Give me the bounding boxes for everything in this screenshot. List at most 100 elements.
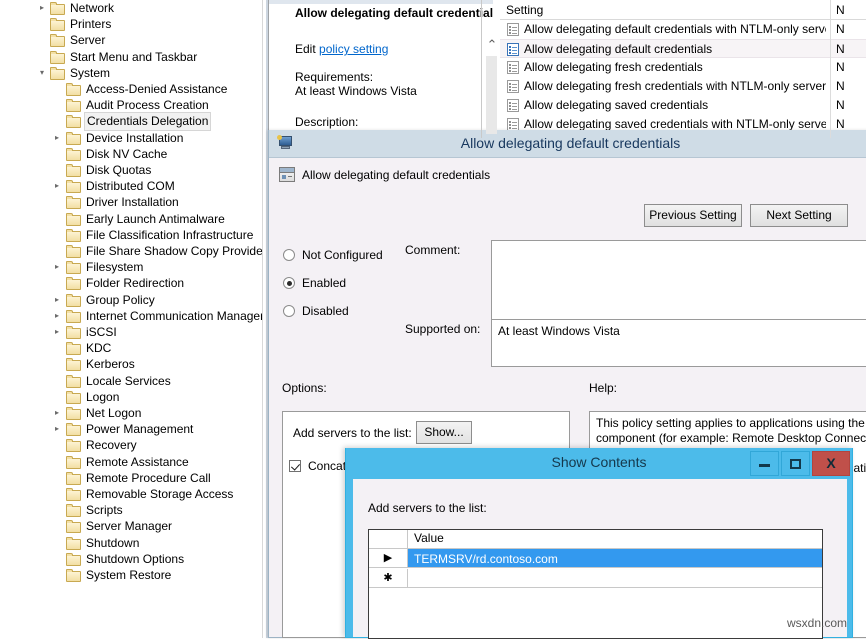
row-marker-current[interactable]: ▶: [369, 549, 408, 568]
folder-icon: [66, 537, 82, 550]
tree-item-driver-installation[interactable]: Driver Installation: [0, 194, 262, 210]
next-setting-button[interactable]: Next Setting: [750, 204, 848, 227]
tree-item-file-share-shadow-copy-provider[interactable]: File Share Shadow Copy Provider: [0, 243, 262, 259]
grid-row-new[interactable]: ✱: [369, 569, 822, 589]
tree-item-removable-storage-access[interactable]: Removable Storage Access: [0, 486, 262, 502]
show-contents-dialog: Show Contents X Add servers to the list:…: [345, 448, 853, 638]
row-marker-new[interactable]: ✱: [369, 569, 408, 588]
chevron-collapsed-icon[interactable]: ▸: [36, 0, 48, 16]
tree-expander-none: [51, 227, 63, 243]
tree-item-iscsi[interactable]: ▸iSCSI: [0, 324, 262, 340]
tree-item-filesystem[interactable]: ▸Filesystem: [0, 259, 262, 275]
edit-policy-setting-link[interactable]: policy setting: [319, 42, 388, 56]
tree-item-credentials-delegation[interactable]: Credentials Delegation: [0, 113, 262, 129]
chevron-collapsed-icon[interactable]: ▸: [51, 292, 63, 308]
tree-item-system-restore[interactable]: System Restore: [0, 567, 262, 583]
scroll-up-icon[interactable]: ⌃: [484, 36, 500, 54]
comment-textarea[interactable]: [491, 240, 866, 320]
policy-state: N: [836, 77, 864, 96]
tree-item-scripts[interactable]: Scripts: [0, 502, 262, 518]
close-button[interactable]: X: [812, 451, 850, 476]
policy-dialog-title: Allow delegating default credentials: [269, 135, 866, 151]
folder-icon: [66, 180, 82, 193]
preview-requirements-value: At least Windows Vista: [295, 84, 417, 98]
tree-item-label: Logon: [86, 389, 119, 405]
policy-dialog-titlebar[interactable]: Allow delegating default credentials: [269, 130, 866, 158]
tree-item-distributed-com[interactable]: ▸Distributed COM: [0, 178, 262, 194]
tree-item-label: Remote Assistance: [86, 454, 189, 470]
tree-item-system[interactable]: ▾System: [0, 65, 262, 81]
tree-item-group-policy[interactable]: ▸Group Policy: [0, 292, 262, 308]
tree-item-folder-redirection[interactable]: Folder Redirection: [0, 275, 262, 291]
chevron-expanded-icon[interactable]: ▾: [36, 65, 48, 81]
tree-item-remote-assistance[interactable]: Remote Assistance: [0, 454, 262, 470]
policy-setting-icon: [507, 80, 519, 93]
previous-setting-button[interactable]: Previous Setting: [644, 204, 742, 227]
preview-scroll-track[interactable]: [486, 56, 497, 134]
tree-item-label: Internet Communication Management: [86, 308, 268, 324]
policy-list-row[interactable]: Allow delegating default credentials wit…: [500, 20, 866, 39]
tree-item-power-management[interactable]: ▸Power Management: [0, 421, 262, 437]
tree-item-access-denied-assistance[interactable]: Access-Denied Assistance: [0, 81, 262, 97]
tree-item-shutdown-options[interactable]: Shutdown Options: [0, 551, 262, 567]
tree-item-locale-services[interactable]: Locale Services: [0, 373, 262, 389]
policy-name: Allow delegating default credentials: [524, 40, 826, 59]
tree-item-printers[interactable]: Printers: [0, 16, 262, 32]
tree-item-disk-nv-cache[interactable]: Disk NV Cache: [0, 146, 262, 162]
chevron-collapsed-icon[interactable]: ▸: [51, 178, 63, 194]
preview-tabstrip[interactable]: [269, 0, 493, 4]
policy-list-row[interactable]: Allow delegating fresh credentials with …: [500, 77, 866, 96]
policy-setting-icon: [507, 43, 519, 56]
tree-item-network[interactable]: ▸Network: [0, 0, 262, 16]
tree-item-label: File Share Shadow Copy Provider: [86, 243, 267, 259]
tree-item-early-launch-antimalware[interactable]: Early Launch Antimalware: [0, 211, 262, 227]
tree-expander-none: [51, 97, 63, 113]
policy-list-row[interactable]: Allow delegating fresh credentialsN: [500, 58, 866, 77]
tree-item-audit-process-creation[interactable]: Audit Process Creation: [0, 97, 262, 113]
column-header-setting[interactable]: Setting: [506, 3, 543, 17]
tree-item-kerberos[interactable]: Kerberos: [0, 356, 262, 372]
preview-edit-prefix: Edit: [295, 42, 319, 56]
tree-item-server[interactable]: Server: [0, 32, 262, 48]
show-contents-titlebar[interactable]: Show Contents X: [346, 448, 852, 479]
row-value[interactable]: TERMSRV/rd.contoso.com: [408, 549, 822, 568]
server-list-grid[interactable]: Value ▶ TERMSRV/rd.contoso.com ✱: [368, 529, 823, 639]
minimize-button[interactable]: [750, 451, 779, 476]
tree-expander-none: [51, 373, 63, 389]
tree-item-remote-procedure-call[interactable]: Remote Procedure Call: [0, 470, 262, 486]
folder-icon: [66, 520, 82, 533]
chevron-collapsed-icon[interactable]: ▸: [51, 405, 63, 421]
row-value-new[interactable]: [408, 569, 822, 588]
chevron-collapsed-icon[interactable]: ▸: [51, 421, 63, 437]
tree-item-device-installation[interactable]: ▸Device Installation: [0, 130, 262, 146]
column-header-state[interactable]: N: [836, 3, 864, 17]
tree-item-recovery[interactable]: Recovery: [0, 437, 262, 453]
tree-item-kdc[interactable]: KDC: [0, 340, 262, 356]
grid-row[interactable]: ▶ TERMSRV/rd.contoso.com: [369, 549, 822, 569]
chevron-collapsed-icon[interactable]: ▸: [51, 324, 63, 340]
chevron-collapsed-icon[interactable]: ▸: [51, 130, 63, 146]
policy-setting-icon: [507, 99, 519, 112]
options-label: Options:: [282, 381, 327, 395]
policy-tree-pane[interactable]: ▸NetworkPrintersServerStart Menu and Tas…: [0, 0, 268, 638]
show-button[interactable]: Show...: [416, 421, 472, 444]
chevron-collapsed-icon[interactable]: ▸: [51, 308, 63, 324]
tree-item-logon[interactable]: Logon: [0, 389, 262, 405]
tree-item-disk-quotas[interactable]: Disk Quotas: [0, 162, 262, 178]
policy-list-row[interactable]: Allow delegating saved credentialsN: [500, 96, 866, 115]
grid-header-selector-cell: [369, 530, 408, 548]
chevron-collapsed-icon[interactable]: ▸: [51, 259, 63, 275]
policy-list-row[interactable]: Allow delegating default credentialsN: [500, 39, 866, 58]
supported-on-label: Supported on:: [405, 322, 480, 336]
policy-settings-list[interactable]: Setting N Allow delegating default crede…: [500, 0, 866, 138]
maximize-button[interactable]: [781, 451, 810, 476]
tree-item-server-manager[interactable]: Server Manager: [0, 518, 262, 534]
tree-item-start-menu-and-taskbar[interactable]: Start Menu and Taskbar: [0, 49, 262, 65]
tree-item-label: Disk Quotas: [86, 162, 151, 178]
tree-item-net-logon[interactable]: ▸Net Logon: [0, 405, 262, 421]
tree-item-file-classification-infrastructure[interactable]: File Classification Infrastructure: [0, 227, 262, 243]
tree-expander-none: [51, 113, 63, 129]
tree-item-shutdown[interactable]: Shutdown: [0, 535, 262, 551]
tree-item-internet-communication-management[interactable]: ▸Internet Communication Management: [0, 308, 262, 324]
grid-header-value[interactable]: Value: [408, 531, 444, 545]
